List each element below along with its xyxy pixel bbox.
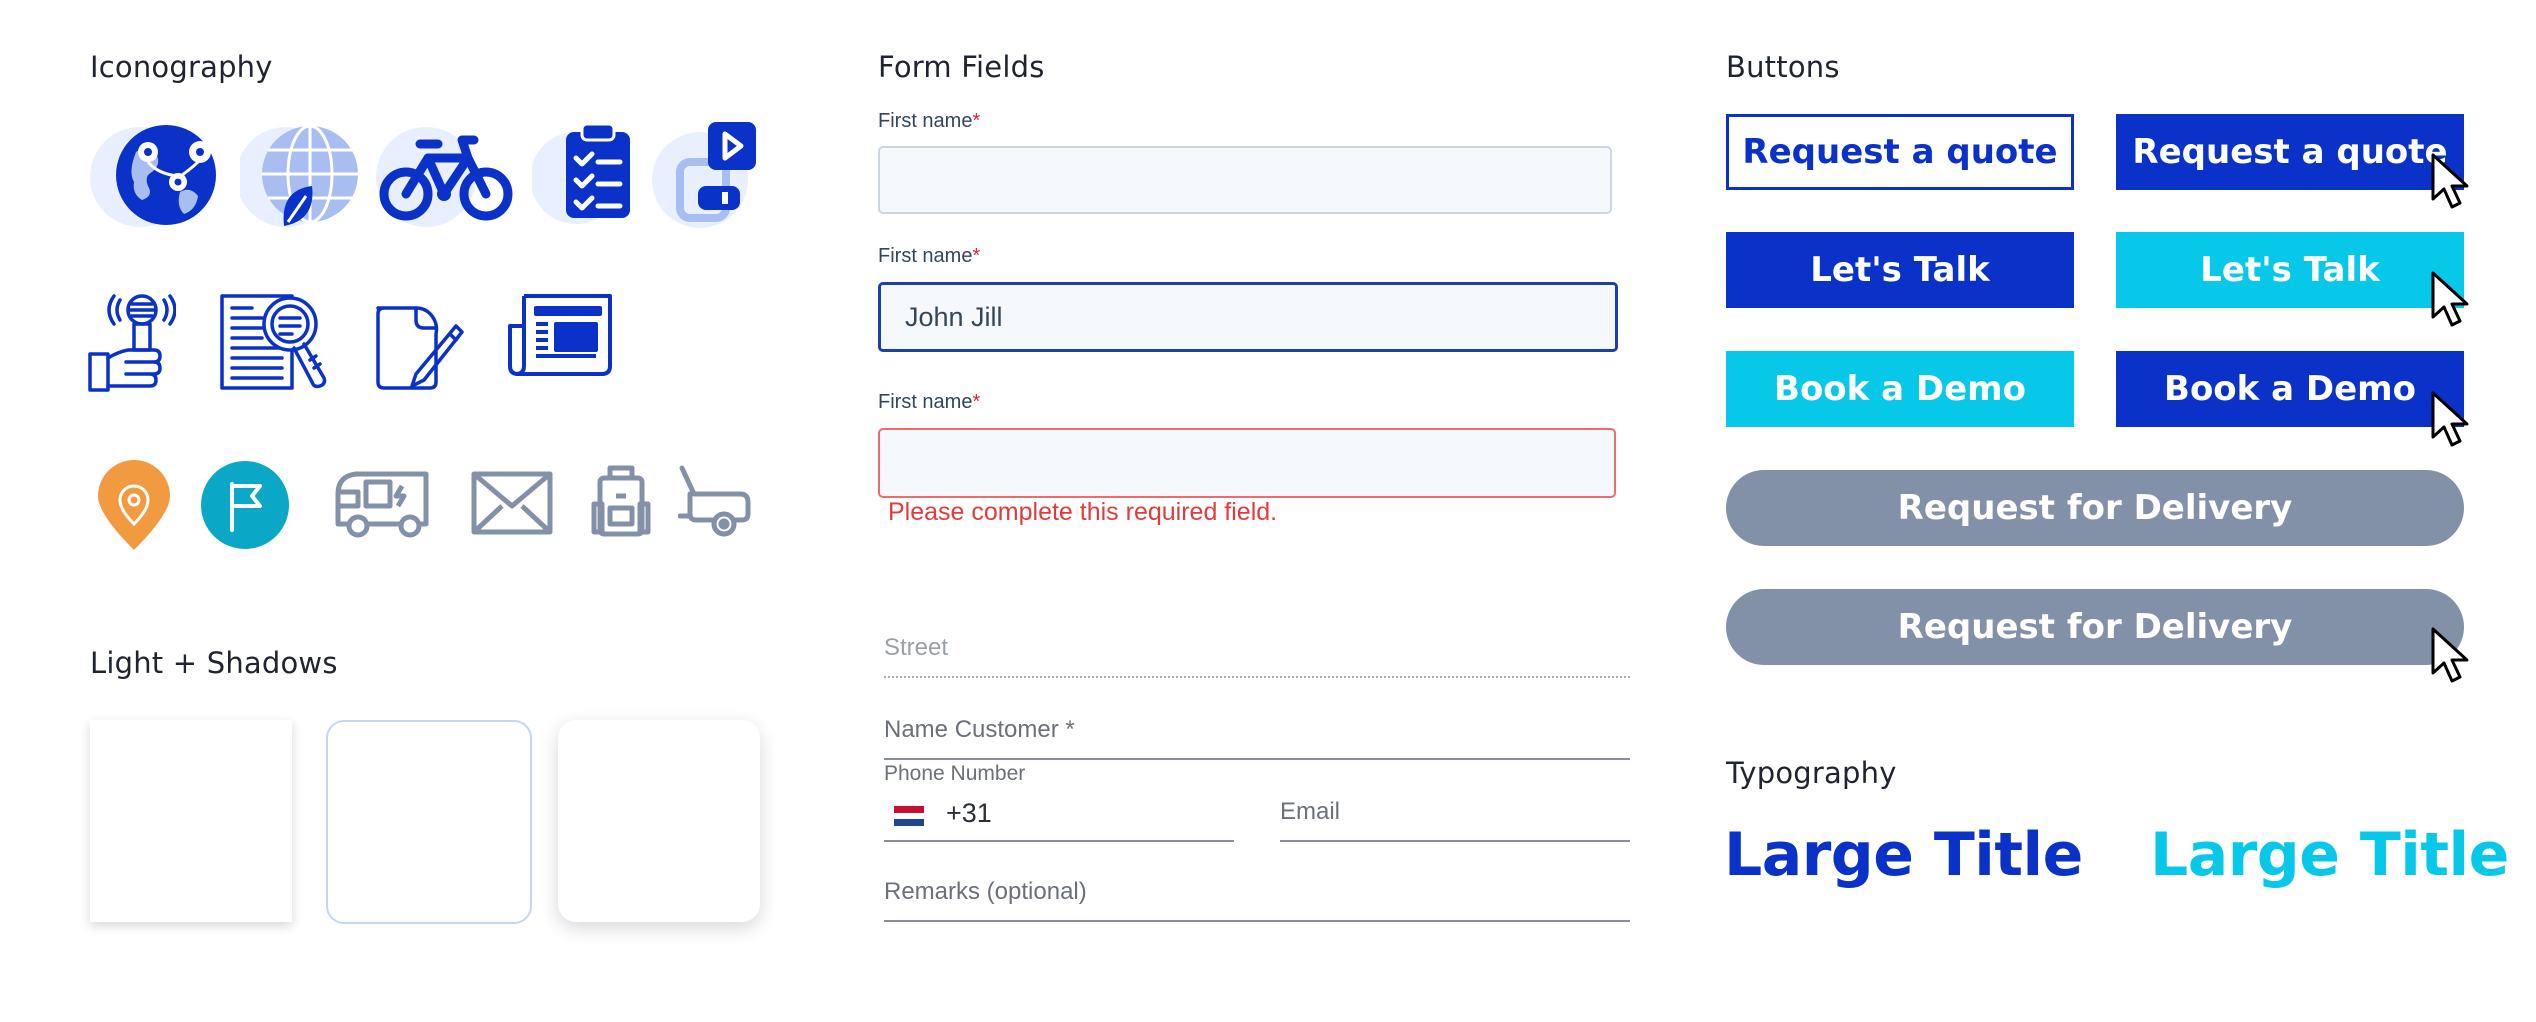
shadow-card-flat xyxy=(90,720,292,922)
location-pin-icon xyxy=(96,460,172,552)
street-placeholder: Street xyxy=(884,634,949,661)
media-device-icon xyxy=(650,122,760,228)
phone-number-value: +31 xyxy=(946,798,992,828)
remarks-placeholder: Remarks (optional) xyxy=(884,878,1087,905)
first-name-label-1: First name* xyxy=(878,110,981,132)
newspaper-icon xyxy=(506,292,614,378)
request-delivery-hover-button[interactable]: Request for Delivery xyxy=(1726,589,2464,665)
document-search-icon xyxy=(218,290,330,392)
email-input[interactable]: Email xyxy=(1280,782,1630,842)
email-placeholder: Email xyxy=(1280,798,1341,825)
first-name-input-filled[interactable]: John Jill xyxy=(878,282,1618,352)
backpack-icon xyxy=(590,464,652,538)
name-customer-input[interactable]: Name Customer * xyxy=(884,700,1630,760)
first-name-label-2: First name* xyxy=(878,245,981,267)
large-title-blue: Large Title xyxy=(1724,820,2083,890)
request-delivery-button[interactable]: Request for Delivery xyxy=(1726,470,2464,546)
podcast-microphone-icon xyxy=(86,292,176,392)
first-name-value: John Jill xyxy=(905,301,1003,332)
pointer-cursor-icon xyxy=(2430,390,2470,448)
shadow-card-elevated xyxy=(558,720,760,922)
first-name-input-error[interactable] xyxy=(878,428,1616,498)
street-input[interactable]: Street xyxy=(884,620,1630,678)
netherlands-flag-icon[interactable] xyxy=(894,806,924,826)
globe-leaf-icon xyxy=(240,122,362,228)
book-demo-button[interactable]: Book a Demo xyxy=(1726,351,2074,427)
book-demo-hover-button[interactable]: Book a Demo xyxy=(2116,351,2464,427)
lets-talk-hover-button[interactable]: Let's Talk xyxy=(2116,232,2464,308)
name-customer-placeholder: Name Customer * xyxy=(884,716,1075,743)
section-title-iconography: Iconography xyxy=(90,50,273,84)
large-title-cyan: Large Title xyxy=(2150,820,2509,890)
lets-talk-button[interactable]: Let's Talk xyxy=(1726,232,2074,308)
phone-number-label: Phone Number xyxy=(884,762,1026,785)
first-name-input-empty[interactable] xyxy=(878,146,1612,214)
first-name-label-3: First name* xyxy=(878,391,981,413)
pointer-cursor-icon xyxy=(2430,152,2470,210)
request-quote-hover-button[interactable]: Request a quote xyxy=(2116,114,2464,190)
document-edit-icon xyxy=(372,290,466,392)
section-title-buttons: Buttons xyxy=(1726,50,1840,84)
envelope-icon xyxy=(470,470,554,536)
trailer-icon xyxy=(678,464,754,540)
pointer-cursor-icon xyxy=(2430,626,2470,684)
pointer-cursor-icon xyxy=(2430,270,2470,328)
delivery-van-icon xyxy=(332,470,432,540)
section-title-typography: Typography xyxy=(1726,756,1897,790)
phone-number-input[interactable]: +31 xyxy=(884,790,1234,842)
flag-icon xyxy=(200,460,290,550)
section-title-light-shadows: Light + Shadows xyxy=(90,646,338,680)
bicycle-icon xyxy=(376,122,516,228)
first-name-error-message: Please complete this required field. xyxy=(888,498,1278,526)
section-title-form-fields: Form Fields xyxy=(878,50,1045,84)
shadow-card-outline xyxy=(326,720,532,924)
remarks-input[interactable]: Remarks (optional) xyxy=(884,862,1630,922)
globe-pins-icon xyxy=(88,122,222,228)
request-quote-outline-button[interactable]: Request a quote xyxy=(1726,114,2074,190)
clipboard-checklist-icon xyxy=(532,122,636,228)
